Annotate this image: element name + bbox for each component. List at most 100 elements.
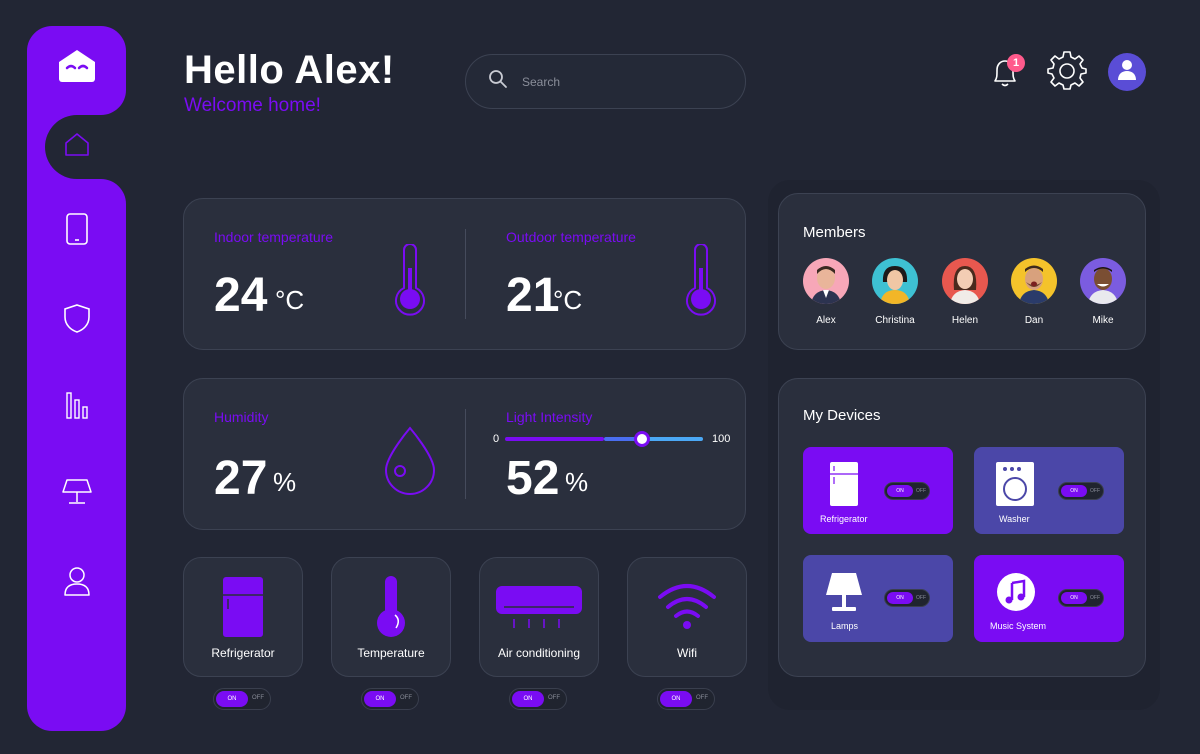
my-devices-title: My Devices [803,407,881,424]
air-conditioner-icon [480,572,598,642]
house-icon [64,131,90,162]
search-icon [488,69,508,94]
logo-icon[interactable] [57,48,97,84]
device-lamps[interactable]: Lamps [803,555,953,642]
device-label: Music System [990,621,1047,631]
slider-handle[interactable] [634,431,650,447]
quick-device-wifi[interactable]: Wifi [627,557,747,677]
member-name: Mike [1092,315,1114,326]
sidebar-item-lighting[interactable] [47,464,107,524]
light-intensity-unit: % [565,467,589,497]
toggle-off: OFF [916,488,926,494]
air-conditioning-toggle[interactable]: ON OFF [509,688,567,710]
avatar [803,258,849,304]
bar-chart-icon [65,390,89,425]
outdoor-temperature-label: Outdoor temperature [506,229,636,245]
device-label: Washer [999,514,1030,524]
member-name: Christina [875,315,915,326]
device-refrigerator[interactable]: Refrigerator [803,447,953,534]
tile-label: Wifi [677,646,697,660]
thermometer-icon [683,243,719,321]
temperature-card: Indoor temperature 24 °C Outdoor tempera… [183,198,746,350]
washer-power-toggle[interactable]: ON OFF [1058,482,1104,500]
light-intensity-label: Light Intensity [506,409,593,425]
toggle-on: ON [512,691,544,707]
sidebar-item-profile[interactable] [47,553,107,613]
sidebar-item-home[interactable] [47,116,107,176]
toggle-on: ON [887,485,913,497]
toggle-off: OFF [1090,488,1100,494]
temperature-toggle[interactable]: ON OFF [361,688,419,710]
toggle-on: ON [660,691,692,707]
thermometer-icon [392,243,428,321]
toggle-off: OFF [916,595,926,601]
avatar [872,258,918,304]
member-dan[interactable]: Dan [1004,258,1064,326]
humidity-label: Humidity [214,409,269,425]
member-helen[interactable]: Helen [935,258,995,326]
refrigerator-toggle[interactable]: ON OFF [213,688,271,710]
divider [465,409,466,499]
washer-icon [995,461,1035,512]
shield-icon [63,303,91,338]
search-bar[interactable] [465,54,746,109]
member-mike[interactable]: Mike [1073,258,1133,326]
wifi-toggle[interactable]: ON OFF [657,688,715,710]
slider-max-label: 100 [712,433,731,445]
toggle-on: ON [364,691,396,707]
music-system-power-toggle[interactable]: ON OFF [1058,589,1104,607]
thermometer-icon [332,572,450,642]
wifi-icon [628,572,746,642]
toggle-on: ON [887,592,913,604]
lamps-power-toggle[interactable]: ON OFF [884,589,930,607]
divider [465,229,466,319]
member-alex[interactable]: Alex [796,258,856,326]
page-title: Hello Alex! [184,48,395,92]
light-intensity-slider[interactable] [505,431,703,447]
member-name: Alex [816,315,836,326]
tile-label: Air conditioning [497,646,581,660]
member-christina[interactable]: Christina [865,258,925,326]
members-title: Members [803,224,866,241]
device-label: Refrigerator [820,514,868,524]
page-subtitle: Welcome home! [184,95,321,116]
notification-badge: 1 [1007,54,1025,72]
quick-device-temperature[interactable]: Temperature [331,557,451,677]
lamp-icon [61,478,93,511]
quick-device-refrigerator[interactable]: Refrigerator [183,557,303,677]
sidebar-item-statistics[interactable] [47,377,107,437]
avatar [942,258,988,304]
outdoor-temperature-unit: °C [553,285,583,315]
search-input[interactable] [522,74,722,89]
indoor-temperature-label: Indoor temperature [214,229,334,245]
toggle-on: ON [1061,485,1087,497]
user-icon [63,566,91,601]
refrigerator-icon [184,572,302,642]
light-intensity-value: 52 [506,452,560,505]
toggle-off: OFF [252,695,264,701]
sidebar-item-devices[interactable] [47,201,107,261]
member-name: Helen [951,315,979,326]
refrigerator-power-toggle[interactable]: ON OFF [884,482,930,500]
toggle-off: OFF [696,695,708,701]
toggle-off: OFF [548,695,560,701]
sidebar [27,26,126,731]
toggle-off: OFF [400,695,412,701]
tile-label: Refrigerator [211,646,275,660]
gear-icon [1047,50,1087,96]
device-label: Lamps [831,621,859,631]
avatar [1011,258,1057,304]
tile-label: Temperature [357,646,425,660]
humidity-unit: % [273,467,297,497]
indoor-temperature-value: 24 [214,269,268,322]
toggle-on: ON [1061,592,1087,604]
outdoor-temperature-value: 21 [506,269,560,322]
toggle-on: ON [216,691,248,707]
settings-button[interactable] [1046,50,1088,96]
user-avatar-button[interactable] [1108,53,1146,91]
sidebar-item-security[interactable] [47,290,107,350]
toggle-off: OFF [1090,595,1100,601]
refrigerator-icon [829,461,859,512]
quick-device-air-conditioning[interactable]: Air conditioning [479,557,599,677]
avatar [1080,258,1126,304]
